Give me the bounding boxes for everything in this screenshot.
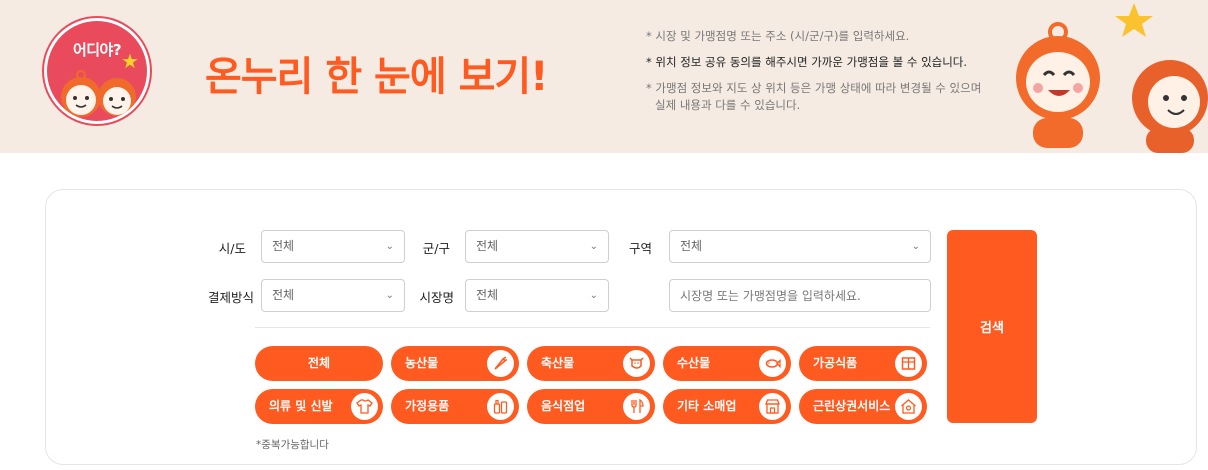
category-all[interactable]: 전체 (255, 346, 383, 381)
category-label: 전체 (307, 356, 331, 370)
category-neighborhood-service[interactable]: 근린상권서비스 (799, 389, 927, 424)
gungu-select-value: 전체 (476, 239, 499, 253)
bottles-icon (487, 393, 514, 420)
category-clothing-shoes[interactable]: 의류 및 신발 (255, 389, 383, 424)
shirt-icon (351, 393, 378, 420)
market-select-value: 전체 (476, 288, 499, 302)
gungu-select[interactable]: 전체 ⌄ (465, 230, 609, 263)
market-label: 시장명 (419, 290, 454, 305)
category-other-retail[interactable]: 기타 소매업 (663, 389, 791, 424)
category-label: 기타 소매업 (677, 399, 737, 413)
keyword-input[interactable] (669, 279, 931, 312)
chevron-down-icon: ⌄ (385, 241, 394, 252)
cow-icon (623, 350, 650, 377)
storefront-icon (759, 393, 786, 420)
category-livestock[interactable]: 축산물 (527, 346, 655, 381)
footnote: *중복가능합니다 (256, 439, 329, 451)
area-label: 구역 (628, 241, 652, 256)
payment-select-value: 전체 (272, 288, 295, 302)
chevron-down-icon: ⌄ (589, 241, 598, 252)
notice-item: * 시장 및 가맹점명 또는 주소 (시/군/구)를 입력하세요. (646, 29, 910, 43)
area-select-value: 전체 (680, 239, 703, 253)
payment-label: 결제방식 (207, 290, 254, 305)
category-household[interactable]: 가정용품 (391, 389, 519, 424)
house-pin-icon (895, 393, 922, 420)
category-label: 가정용품 (405, 399, 450, 413)
category-label: 농산물 (405, 356, 439, 370)
category-label: 가공식품 (813, 356, 858, 370)
utensils-icon (623, 393, 650, 420)
divider (255, 327, 930, 328)
category-label: 축산물 (541, 356, 575, 370)
category-label: 음식점업 (541, 399, 586, 413)
category-restaurant[interactable]: 음식점업 (527, 389, 655, 424)
banner: 어디야? ★ 온누리 한 눈에 보기! * 시장 및 가맹점명 또는 주소 (시… (0, 0, 1208, 153)
sido-label: 시/도 (218, 241, 246, 256)
mascot-duo-icon (61, 70, 136, 117)
notice-list: * 시장 및 가맹점명 또는 주소 (시/군/구)를 입력하세요. * 위치 정… (646, 28, 986, 123)
chevron-down-icon: ⌄ (385, 290, 394, 301)
category-label: 의류 및 신발 (269, 399, 333, 413)
category-seafood[interactable]: 수산물 (663, 346, 791, 381)
notice-item: * 가맹점 정보와 지도 상 위치 등은 가맹 상태에 따라 변경될 수 있으며… (646, 81, 982, 112)
sido-select-value: 전체 (272, 239, 295, 253)
package-icon (895, 350, 922, 377)
fish-icon (759, 350, 786, 377)
market-select[interactable]: 전체 ⌄ (465, 279, 609, 312)
category-agriculture[interactable]: 농산물 (391, 346, 519, 381)
chevron-down-icon: ⌄ (911, 241, 920, 252)
notice-item: * 위치 정보 공유 동의를 해주시면 가까운 가맹점을 볼 수 있습니다. (646, 55, 968, 69)
category-label: 수산물 (677, 356, 711, 370)
chevron-down-icon: ⌄ (589, 290, 598, 301)
banner-title: 온누리 한 눈에 보기! (205, 54, 548, 100)
category-label: 근린상권서비스 (813, 399, 891, 413)
carrot-icon (487, 350, 514, 377)
location-badge: 어디야? ★ (44, 18, 150, 124)
search-button[interactable]: 검색 (947, 230, 1037, 423)
payment-select[interactable]: 전체 ⌄ (261, 279, 405, 312)
area-select[interactable]: 전체 ⌄ (669, 230, 931, 263)
category-processed-food[interactable]: 가공식품 (799, 346, 927, 381)
sido-select[interactable]: 전체 ⌄ (261, 230, 405, 263)
gungu-label: 군/구 (422, 241, 450, 256)
mascot-illustration (1016, 3, 1208, 153)
